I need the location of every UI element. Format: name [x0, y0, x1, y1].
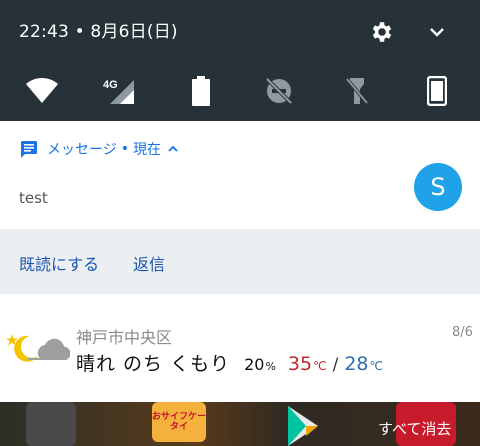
quick-tiles-row: 4G — [0, 62, 480, 121]
wallet-app-label: おサイフケータイ — [152, 412, 207, 432]
high-temp-unit: ℃ — [313, 359, 327, 373]
tile-battery[interactable] — [184, 74, 218, 108]
wifi-icon — [26, 78, 58, 103]
weather-date: 8/6 — [452, 325, 473, 340]
temp-separator: / — [332, 355, 339, 375]
clear-all-button[interactable]: すべて消去 — [378, 418, 451, 439]
high-temp: 35 — [287, 353, 313, 375]
message-notification[interactable]: メッセージ • 現在 test S — [0, 121, 480, 229]
notification-app-name: メッセージ — [47, 142, 117, 158]
time-date: 22:43 • 8月6日(日) — [19, 22, 178, 42]
play-store-icon[interactable] — [276, 404, 326, 446]
gear-icon[interactable] — [369, 19, 395, 45]
notification-time: 現在 — [133, 142, 161, 158]
avatar: S — [414, 163, 462, 211]
low-temp: 28 — [344, 353, 369, 375]
notification-text: test — [19, 189, 48, 207]
signal-4g-icon: 4G — [103, 79, 134, 104]
notification-header: メッセージ • 現在 — [20, 139, 180, 159]
tile-mobile-data[interactable]: 4G — [102, 74, 136, 108]
mark-read-button[interactable]: 既読にする — [19, 251, 99, 275]
precip-unit: % — [265, 360, 276, 373]
mobile-data-label: 4G — [103, 79, 118, 91]
chevron-up-icon[interactable] — [166, 142, 180, 156]
low-temp-unit: ℃ — [369, 359, 383, 373]
notification-actions: 既読にする 返信 — [0, 229, 480, 294]
header-separator: • — [120, 141, 129, 157]
tile-wifi[interactable] — [25, 74, 59, 108]
weather-notification[interactable]: 神戸市中央区 8/6 晴れ のち くもり 20 % 35 ℃ / 28 ℃ — [0, 294, 480, 402]
quick-settings-panel: 22:43 • 8月6日(日) 4G — [0, 0, 480, 121]
tile-do-not-disturb[interactable] — [262, 74, 296, 108]
weather-city: 神戸市中央区 — [76, 328, 173, 347]
battery-icon — [192, 76, 210, 106]
phone-portrait-icon — [427, 76, 447, 106]
sunny-then-cloudy-icon — [6, 334, 70, 362]
dnd-off-icon — [265, 77, 293, 105]
tile-auto-rotate[interactable] — [420, 74, 454, 108]
precip-value: 20 — [244, 355, 265, 374]
weather-summary: 晴れ のち くもり 20 % 35 ℃ / 28 ℃ — [76, 349, 383, 376]
wallet-app-icon[interactable]: おサイフケータイ — [152, 402, 206, 442]
weather-forecast: 晴れ のち くもり — [76, 353, 231, 375]
tile-flashlight[interactable] — [340, 74, 374, 108]
status-header: 22:43 • 8月6日(日) — [0, 0, 480, 62]
message-app-icon — [21, 141, 37, 158]
flashlight-off-icon — [345, 77, 369, 105]
app-folder-icon[interactable] — [26, 402, 76, 446]
reply-button[interactable]: 返信 — [133, 251, 165, 275]
chevron-down-icon[interactable] — [425, 22, 449, 42]
